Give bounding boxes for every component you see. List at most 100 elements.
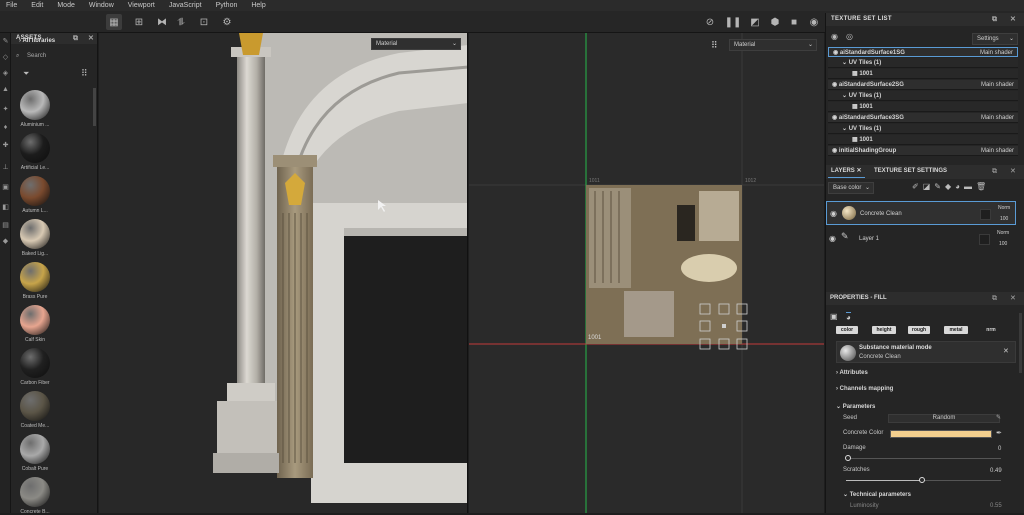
tab-layers[interactable]: LAYERS ✕	[828, 165, 865, 178]
viewport-2d-material-dropdown[interactable]: Material ⌄	[729, 39, 817, 51]
search-input[interactable]: Search	[27, 53, 46, 59]
render-mode-icon[interactable]: ◩	[747, 14, 763, 30]
eye-icon[interactable]: ◉	[829, 234, 836, 243]
projection-tool-icon[interactable]: ◈	[1, 69, 10, 78]
close-icon[interactable]: ✕	[88, 33, 94, 44]
menu-javascript[interactable]: JavaScript	[163, 2, 210, 9]
close-icon[interactable]: ✕	[1010, 165, 1016, 179]
viewport-3d-material-dropdown[interactable]: Material ⌄	[371, 38, 461, 50]
eye-icon[interactable]: ◉	[830, 209, 837, 218]
cube-icon[interactable]: ⬢	[767, 14, 783, 30]
pencil-icon[interactable]: ✎	[996, 414, 1001, 421]
asset-item[interactable]: Brass Pure	[15, 262, 55, 300]
texture-set-visibility-icon[interactable]: ◎	[846, 32, 853, 41]
layer-name[interactable]: Layer 1	[859, 236, 879, 242]
texture-set-eye-icon[interactable]: ◉	[831, 32, 838, 41]
menu-file[interactable]: File	[0, 2, 25, 9]
uv-grid-icon[interactable]: ⠿	[711, 40, 718, 51]
symmetry-y-icon[interactable]: ⥮	[173, 14, 189, 30]
shelf-tool-icon[interactable]: ◆	[1, 237, 10, 246]
concrete-color-swatch[interactable]	[890, 430, 992, 438]
color-picker-icon[interactable]: ✒	[996, 429, 1002, 437]
texture-set-row[interactable]: ▦ 1001	[828, 69, 1018, 79]
texture-set-row[interactable]: ◉ initialShadingGroup Main shader	[828, 146, 1018, 156]
menu-help[interactable]: Help	[245, 2, 273, 9]
material-icon[interactable]: ◕	[846, 312, 851, 322]
assets-scrollbar[interactable]	[93, 88, 96, 126]
texture-set-row[interactable]: ⌄ UV Tiles (1)	[828, 91, 1018, 101]
layer-mask-slot[interactable]	[979, 234, 990, 245]
add-mask-icon[interactable]: ◪	[923, 182, 935, 191]
close-icon[interactable]: ✕	[1010, 292, 1016, 305]
clone-tool-icon[interactable]: ♦	[1, 123, 10, 132]
asset-item[interactable]: Coated Me...	[15, 391, 55, 429]
damage-slider-track[interactable]	[846, 458, 1001, 459]
asset-item[interactable]: Aluminium ...	[15, 90, 55, 128]
menu-viewport[interactable]: Viewport	[122, 2, 163, 9]
section-channels-mapping[interactable]: › Channels mapping	[836, 386, 893, 392]
channel-toggle-nrm[interactable]: nrm	[981, 326, 1001, 334]
symmetry-x-icon[interactable]: ⧓	[154, 14, 170, 30]
asset-item[interactable]: Concrete B...	[15, 477, 55, 515]
menu-mode[interactable]: Mode	[51, 2, 83, 9]
undock-icon[interactable]: ⧉	[992, 292, 997, 305]
search-box[interactable]: ⌕ Search	[16, 53, 94, 64]
blend-mode-dropdown[interactable]: Norm	[998, 205, 1010, 211]
add-paint-layer-icon[interactable]: ✎	[934, 182, 945, 191]
layer-name[interactable]: Concrete Clean	[860, 211, 902, 217]
undock-icon[interactable]: ⧉	[73, 33, 78, 44]
asset-item[interactable]: Autumn L...	[15, 176, 55, 214]
menu-window[interactable]: Window	[83, 2, 122, 9]
scratches-slider-handle[interactable]	[919, 477, 925, 483]
texture-set-row[interactable]: ▦ 1001	[828, 102, 1018, 112]
viewport-3d[interactable]: Material ⌄	[99, 33, 468, 513]
layer-row[interactable]: ◉ Concrete Clean Norm 100	[826, 201, 1016, 225]
channel-dropdown[interactable]: Base color ⌄	[828, 182, 874, 194]
asset-item[interactable]: Cobalt Pure	[15, 434, 55, 472]
seed-random-button[interactable]: Random	[888, 414, 1000, 423]
paint-tool-icon[interactable]: ✎	[1, 37, 10, 46]
opacity-value[interactable]: 100	[999, 241, 1007, 247]
grid-multi-icon[interactable]: ⊞	[131, 14, 147, 30]
asset-item[interactable]: Calf Skin	[15, 305, 55, 343]
asset-item[interactable]: Artificial Le...	[15, 133, 55, 171]
layer-row[interactable]: ◉ ✎ Layer 1 Norm 100	[826, 227, 1016, 251]
texture-set-row[interactable]: ⌄ UV Tiles (1)	[828, 58, 1018, 68]
channel-toggle-metal[interactable]: metal	[944, 326, 968, 334]
library-selector[interactable]: › All libraries	[19, 38, 55, 44]
display-tool-icon[interactable]: ▤	[1, 221, 10, 230]
opacity-value[interactable]: 100	[1000, 216, 1008, 222]
undock-icon[interactable]: ⧉	[992, 165, 997, 179]
material-preview[interactable]	[840, 345, 856, 361]
channel-toggle-height[interactable]: height	[872, 326, 896, 334]
delete-layer-icon[interactable]: 🗑	[976, 182, 990, 191]
pause-icon[interactable]: ❚❚	[725, 14, 742, 30]
settings-icon[interactable]: ⚙	[219, 14, 235, 30]
bake-tool-icon[interactable]: ▣	[1, 183, 10, 192]
texture-set-row[interactable]: ◉ aiStandardSurface2SG Main shader	[828, 80, 1018, 90]
viewport-2d[interactable]: 1011 1012 1001 ⠿ Material ⌄	[469, 33, 824, 513]
smudge-tool-icon[interactable]: ✦	[1, 105, 10, 114]
grid-view-icon[interactable]: ⠿	[81, 68, 88, 79]
filter-icon[interactable]: ⏷	[23, 69, 29, 79]
close-icon[interactable]: ✕	[856, 168, 861, 174]
picker-tool-icon[interactable]: ✚	[1, 141, 10, 150]
section-parameters[interactable]: ⌄ Parameters	[836, 403, 875, 410]
grid-single-icon[interactable]: ▦	[106, 14, 122, 30]
layer-mask-slot[interactable]	[980, 209, 991, 220]
add-folder-icon[interactable]: ▬	[964, 182, 976, 191]
undock-icon[interactable]: ⧉	[992, 13, 997, 26]
menu-python[interactable]: Python	[210, 2, 246, 9]
properties-scrollbar[interactable]	[1019, 313, 1022, 373]
texture-set-row[interactable]: ◉ aiStandardSurface3SG Main shader	[828, 113, 1018, 123]
section-attributes[interactable]: › Attributes	[836, 370, 868, 376]
hide-icon[interactable]: ⊘	[702, 14, 718, 30]
asset-item[interactable]: Baked Lig...	[15, 219, 55, 257]
channel-toggle-rough[interactable]: rough	[908, 326, 930, 334]
texture-set-row[interactable]: ▦ 1001	[828, 135, 1018, 145]
frame-icon[interactable]: ⊡	[196, 14, 212, 30]
asset-item[interactable]: Carbon Fiber	[15, 348, 55, 386]
screenshot-icon[interactable]: ◉	[806, 14, 822, 30]
add-smart-icon[interactable]: ◕	[955, 182, 964, 191]
layers-tool-icon[interactable]: ◧	[1, 203, 10, 212]
